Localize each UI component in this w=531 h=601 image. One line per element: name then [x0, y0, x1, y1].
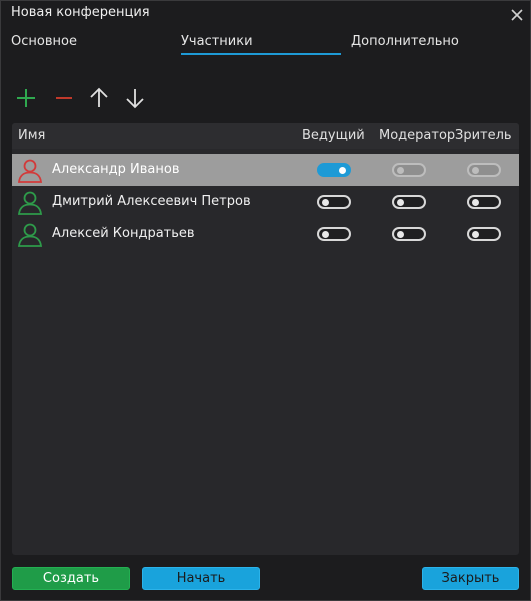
arrow-down-icon[interactable] [122, 85, 148, 111]
add-icon[interactable] [13, 85, 39, 111]
remove-icon[interactable] [51, 85, 77, 111]
column-header-name[interactable]: Имя [18, 128, 45, 143]
arrow-up-icon[interactable] [86, 85, 112, 111]
participants-table: Имя Ведущий Модератор Зритель Александр … [12, 123, 519, 555]
tab-general[interactable]: Основное [11, 34, 77, 49]
user-icon [17, 221, 43, 247]
host-toggle[interactable] [317, 227, 351, 241]
table-row[interactable]: Дмитрий Алексеевич Петров [12, 186, 519, 218]
host-toggle[interactable] [317, 195, 351, 209]
viewer-toggle[interactable] [467, 163, 501, 177]
moderator-toggle[interactable] [392, 163, 426, 177]
user-icon [17, 157, 43, 183]
tab-bar: Основное Участники Дополнительно [1, 34, 531, 58]
tab-participants[interactable]: Участники [181, 34, 341, 55]
column-header-moderator[interactable]: Модератор [379, 128, 455, 143]
column-header-viewer[interactable]: Зритель [455, 128, 512, 143]
close-button[interactable]: Закрыть [422, 567, 519, 590]
table-row[interactable]: Алексей Кондратьев [12, 218, 519, 250]
start-button[interactable]: Начать [142, 567, 260, 590]
participant-name: Дмитрий Алексеевич Петров [52, 194, 251, 209]
participant-name: Александр Иванов [52, 162, 180, 177]
tab-additional[interactable]: Дополнительно [351, 34, 459, 49]
column-header-host[interactable]: Ведущий [302, 128, 365, 143]
participant-name: Алексей Кондратьев [52, 226, 195, 241]
create-button[interactable]: Создать [12, 567, 130, 590]
viewer-toggle[interactable] [467, 195, 501, 209]
close-icon[interactable] [508, 6, 526, 24]
dialog-window: Новая конференция Основное Участники Доп… [0, 0, 531, 601]
window-title: Новая конференция [11, 5, 150, 20]
viewer-toggle[interactable] [467, 227, 501, 241]
moderator-toggle[interactable] [392, 195, 426, 209]
table-row[interactable]: Александр Иванов [12, 154, 519, 186]
moderator-toggle[interactable] [392, 227, 426, 241]
table-header: Имя Ведущий Модератор Зритель [12, 123, 519, 149]
user-icon [17, 189, 43, 215]
host-toggle[interactable] [317, 163, 351, 177]
